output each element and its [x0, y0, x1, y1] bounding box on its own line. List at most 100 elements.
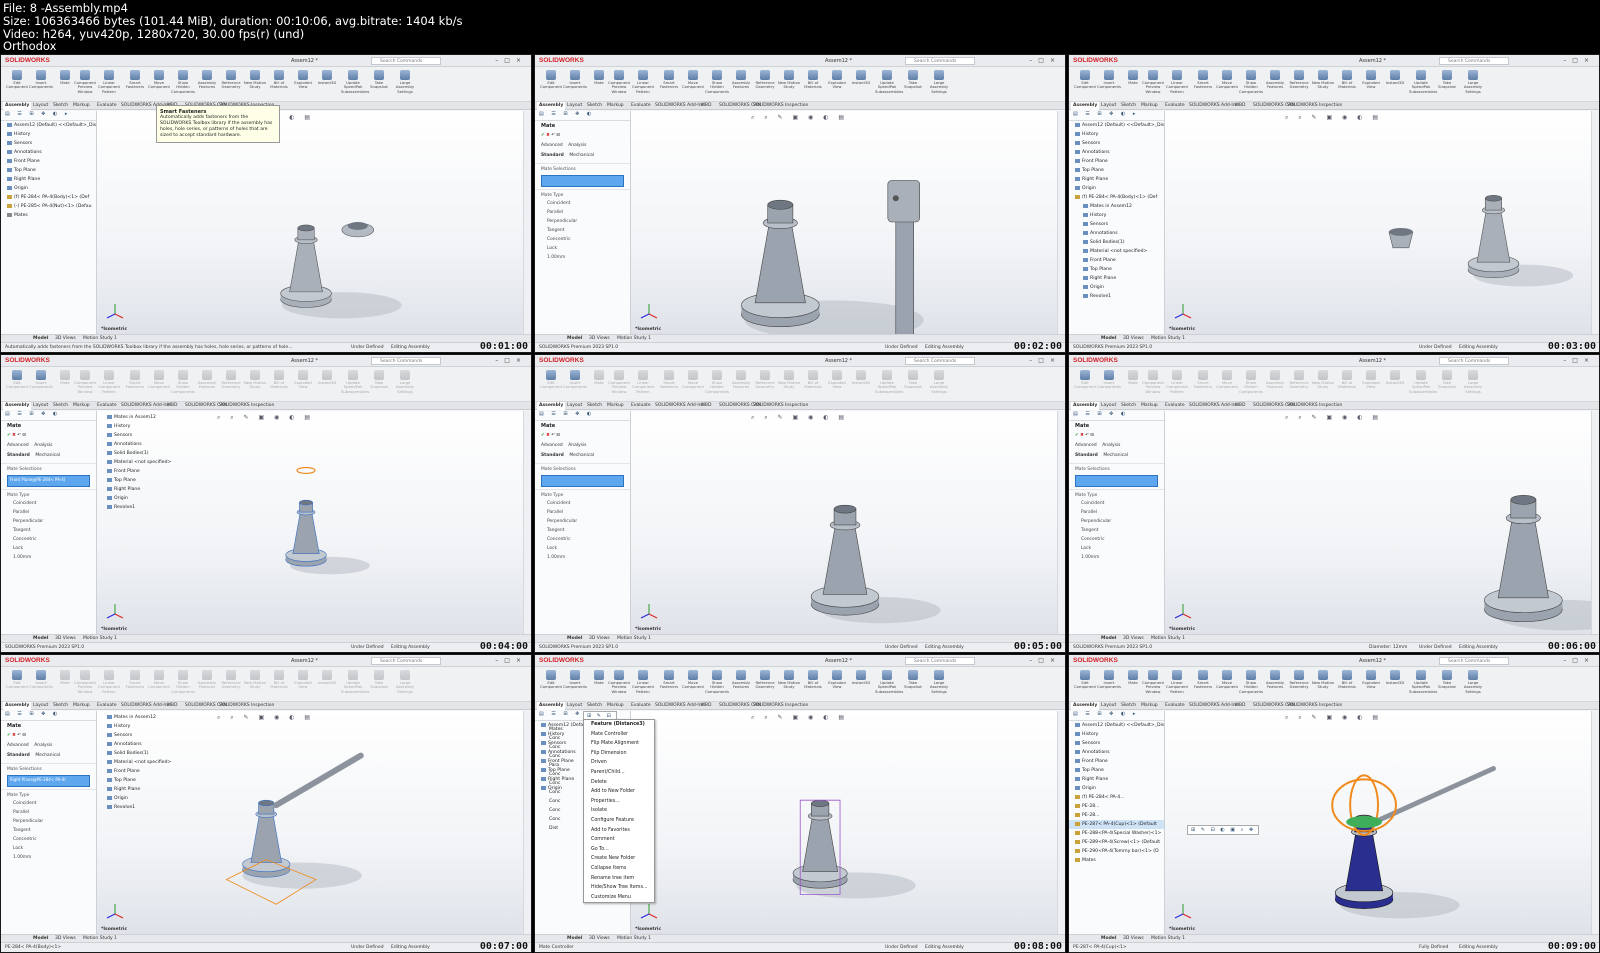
flyout-tree[interactable]: Mates in Assem12 History Sensors Annotation…: [101, 413, 171, 512]
command-tab[interactable]: SOLIDWORKS Add-Ins: [653, 402, 706, 410]
ribbon-button[interactable]: Move Component: [681, 370, 705, 399]
command-tab[interactable]: Sketch: [1119, 402, 1138, 410]
tree-item[interactable]: History: [1069, 730, 1164, 739]
ribbon-button[interactable]: Move Component: [681, 70, 705, 99]
tree-item[interactable]: Origin: [1069, 784, 1164, 793]
command-tab[interactable]: SOLIDWORKS Add-Ins: [119, 402, 172, 410]
assembly-body[interactable]: [280, 224, 332, 308]
ribbon-button[interactable]: Component Preview Window: [73, 670, 97, 699]
ribbon-button[interactable]: New Motion Study: [1311, 70, 1335, 99]
context-menu-item[interactable]: Flip Dimension: [584, 749, 654, 759]
ribbon-button[interactable]: Bill of Materials: [801, 70, 825, 99]
window-controls[interactable]: –□×: [1029, 357, 1061, 364]
search-commands-input[interactable]: Search Commands: [905, 357, 975, 365]
panel-toolbar[interactable]: ▤ ☰ ⊞ ✥ ◐: [1, 711, 96, 721]
mate-type-option[interactable]: Lock: [1, 844, 96, 853]
tree-item[interactable]: Annotations: [1, 148, 96, 157]
ribbon-button[interactable]: Update SpeedPak Subassemblies: [875, 670, 903, 699]
command-tab[interactable]: Assembly: [1071, 702, 1100, 710]
tree-item[interactable]: History: [1, 130, 96, 139]
mate-item[interactable]: Conc: [543, 797, 583, 806]
ribbon-button[interactable]: Assembly Features: [195, 70, 219, 99]
3d-model-view[interactable]: [631, 411, 1065, 634]
ribbon-button[interactable]: Assembly Features: [729, 70, 753, 99]
mate-tabs-bottom[interactable]: Standard Mechanical: [1, 451, 96, 461]
tree-subitem[interactable]: Top Plane: [1069, 265, 1164, 274]
ribbon-button[interactable]: Exploded View: [291, 70, 315, 99]
ribbon-button[interactable]: Assembly Features: [195, 370, 219, 399]
mate-tabs-top[interactable]: Advanced Analysis: [1, 441, 96, 451]
tree-subitem[interactable]: Top Plane: [101, 776, 171, 785]
ribbon-button[interactable]: Edit Component: [5, 670, 29, 699]
mate-type-option[interactable]: Lock: [535, 244, 630, 253]
ribbon-button[interactable]: Update SpeedPak Subassemblies: [1409, 370, 1437, 399]
ribbon-button[interactable]: Update SpeedPak Subassemblies: [875, 370, 903, 399]
ribbon-button[interactable]: Take Snapshot: [367, 370, 391, 399]
ribbon-button[interactable]: Linear Component Pattern: [631, 70, 655, 99]
ribbon-button[interactable]: Insert Components: [1097, 70, 1121, 99]
tree-subitem[interactable]: Origin: [101, 494, 171, 503]
command-tab[interactable]: Evaluate: [629, 702, 653, 710]
mate-type-option[interactable]: Concentric: [1069, 535, 1164, 544]
ribbon-button[interactable]: Move Component: [147, 370, 171, 399]
ribbon-button[interactable]: New Motion Study: [777, 70, 801, 99]
ribbon-button[interactable]: Assembly Features: [729, 370, 753, 399]
window-controls[interactable]: –□×: [495, 57, 527, 64]
command-tab[interactable]: Assembly: [537, 402, 566, 410]
ribbon-button[interactable]: Move Component: [1215, 70, 1239, 99]
ribbon-button[interactable]: Component Preview Window: [73, 70, 97, 99]
ribbon-button[interactable]: New Motion Study: [1311, 370, 1335, 399]
ribbon-button[interactable]: Update SpeedPak Subassemblies: [1409, 670, 1437, 699]
command-tab[interactable]: Sketch: [585, 402, 604, 410]
context-menu-item[interactable]: Create New Folder: [584, 854, 654, 864]
mate-type-option[interactable]: Parallel: [1, 808, 96, 817]
ribbon-button[interactable]: Smart Fasteners: [1191, 370, 1215, 399]
task-pane-tabs[interactable]: [523, 111, 531, 334]
mate-type-option[interactable]: Lock: [535, 544, 630, 553]
ribbon-button[interactable]: Insert Components: [1097, 670, 1121, 699]
command-tab[interactable]: SOLIDWORKS Add-Ins: [653, 702, 706, 710]
ribbon-button[interactable]: Large Assembly Settings: [927, 370, 951, 399]
selected-face[interactable]: [296, 466, 316, 475]
ribbon-button[interactable]: Show Hidden Components: [1239, 370, 1263, 399]
search-commands-input[interactable]: Search Commands: [371, 57, 441, 65]
3d-model-view[interactable]: [1165, 411, 1599, 634]
task-pane-tabs[interactable]: [1057, 111, 1065, 334]
search-commands-input[interactable]: Search Commands: [1439, 657, 1509, 665]
ribbon-button[interactable]: Take Snapshot: [1435, 370, 1459, 399]
ribbon-button[interactable]: Edit Component: [539, 70, 563, 99]
ribbon-button[interactable]: Instant3D: [1383, 670, 1407, 699]
command-tab[interactable]: SOLIDWORKS Inspection: [751, 702, 810, 710]
ribbon-button[interactable]: Instant3D: [849, 670, 873, 699]
ribbon-button[interactable]: Show Hidden Components: [1239, 70, 1263, 99]
ribbon-button[interactable]: Exploded View: [825, 370, 849, 399]
command-tab[interactable]: MBD: [699, 702, 713, 710]
mate-selection-box[interactable]: [541, 175, 624, 187]
nut-part[interactable]: [341, 222, 375, 238]
command-tab[interactable]: Evaluate: [1163, 402, 1187, 410]
mate-type-option[interactable]: Concentric: [535, 235, 630, 244]
tree-subitem[interactable]: Sensors: [1069, 220, 1164, 229]
mate-type-option[interactable]: Tangent: [535, 526, 630, 535]
assembly-body[interactable]: [285, 499, 327, 567]
command-tab[interactable]: Assembly: [537, 702, 566, 710]
context-menu-item[interactable]: Mate Controller: [584, 730, 654, 740]
tree-subitem[interactable]: Revolve1: [1069, 292, 1164, 301]
ribbon-button[interactable]: Smart Fasteners: [123, 70, 147, 99]
assembly-body[interactable]: [1335, 814, 1394, 909]
tree-subitem[interactable]: Material <not specified>: [101, 458, 171, 467]
cup-part[interactable]: [1388, 227, 1414, 249]
command-tab[interactable]: SOLIDWORKS Add-Ins: [1187, 702, 1240, 710]
ribbon-button[interactable]: Move Component: [681, 670, 705, 699]
tree-item[interactable]: Right Plane: [1, 175, 96, 184]
tree-item[interactable]: Origin: [1069, 184, 1164, 193]
ribbon-button[interactable]: Large Assembly Settings: [1461, 670, 1485, 699]
distance-field[interactable]: 1.00mm: [1, 853, 96, 862]
mate-item[interactable]: Para: [543, 761, 583, 770]
window-controls[interactable]: –□×: [495, 357, 527, 364]
ribbon-button[interactable]: Smart Fasteners: [123, 370, 147, 399]
tree-item[interactable]: Annotations: [1069, 748, 1164, 757]
ribbon-button[interactable]: Bill of Materials: [801, 670, 825, 699]
ribbon-button[interactable]: Large Assembly Settings: [1461, 370, 1485, 399]
context-menu-item[interactable]: Add to New Folder: [584, 787, 654, 797]
